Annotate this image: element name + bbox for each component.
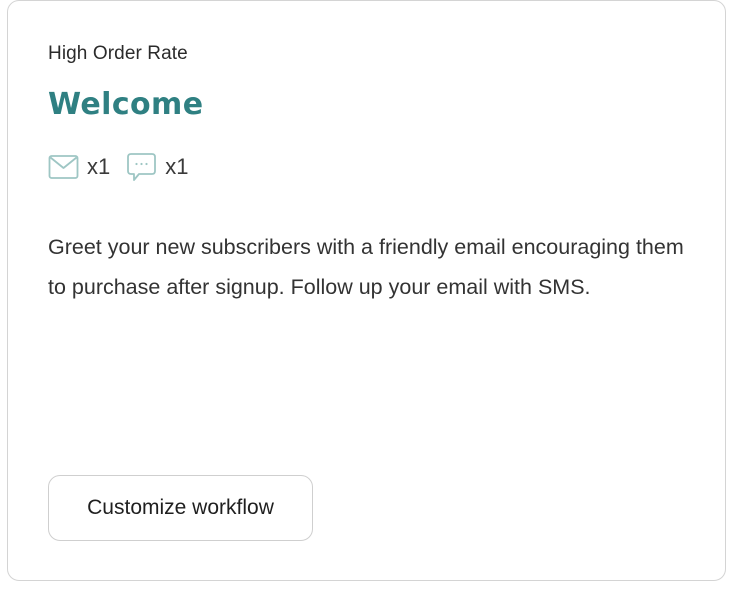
card-eyebrow: High Order Rate: [48, 43, 188, 64]
chat-bubble-icon: [126, 152, 157, 182]
email-count: x1: [87, 154, 111, 179]
workflow-card: High Order Rate Welcome x1 x1 Greet your…: [7, 0, 726, 581]
envelope-icon: [48, 152, 79, 182]
card-description: Greet your new subscribers with a friend…: [48, 235, 684, 299]
channel-email: x1: [48, 152, 110, 182]
sms-count: x1: [165, 154, 189, 179]
card-title: Welcome: [48, 87, 204, 122]
channel-sms: x1: [126, 152, 189, 182]
customize-workflow-button[interactable]: Customize workflow: [48, 475, 313, 541]
channel-list: x1 x1: [48, 152, 205, 182]
